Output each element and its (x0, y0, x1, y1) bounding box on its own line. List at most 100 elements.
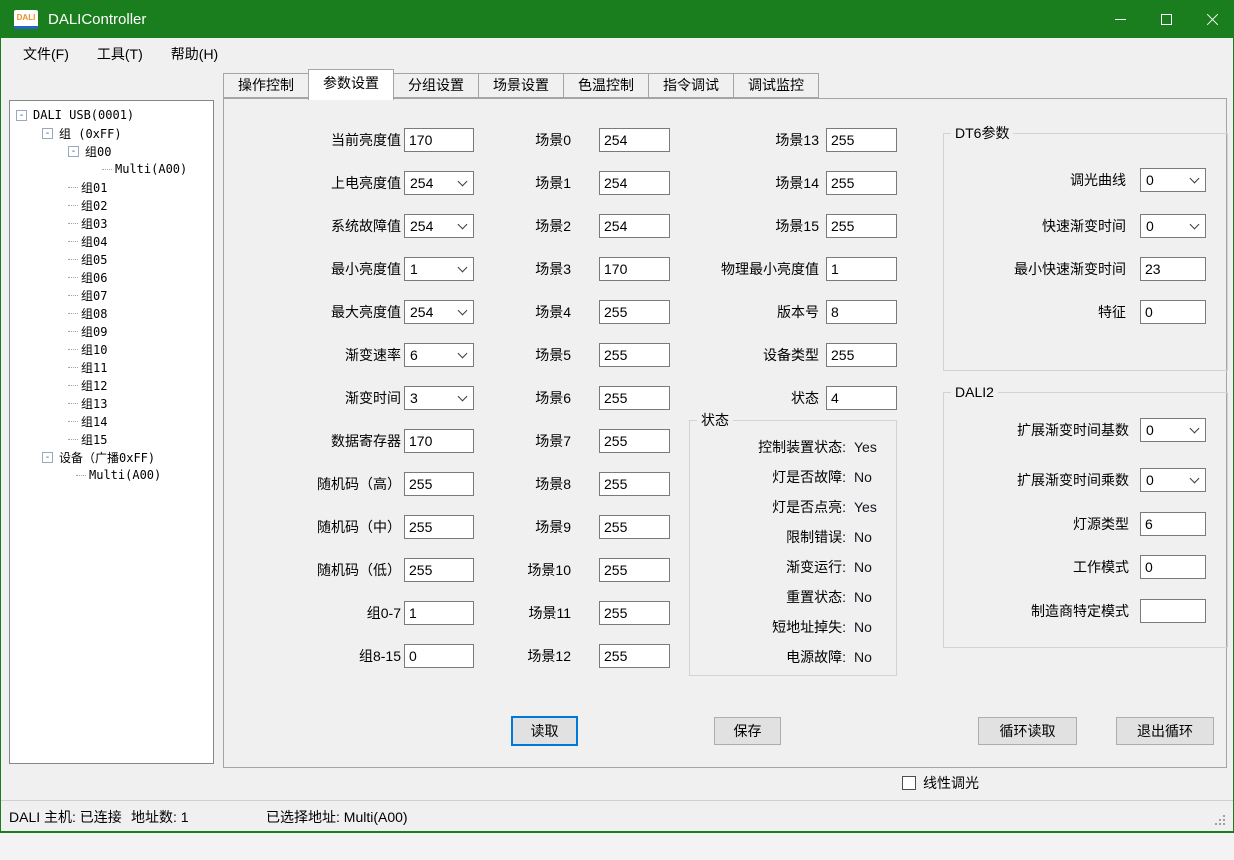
tree-connector (68, 385, 78, 386)
tree-connector (68, 277, 78, 278)
app-logo-icon: DALI (14, 10, 38, 29)
collapse-icon[interactable]: - (16, 110, 27, 121)
tree-item-label: 组07 (81, 287, 107, 304)
tree-connector (68, 223, 78, 224)
read-button[interactable]: 读取 (511, 716, 578, 746)
field-label: 场景14 (601, 171, 819, 195)
status-row-value: No (854, 556, 872, 578)
features-input[interactable] (1140, 300, 1206, 324)
loop-read-button[interactable]: 循环读取 (978, 717, 1077, 745)
tree-connector (68, 331, 78, 332)
tab-grouping-settings[interactable]: 分组设置 (393, 73, 479, 98)
field-label: 场景1 (421, 171, 571, 195)
title-bar: DALI DALIController (1, 0, 1233, 38)
tree-connector (68, 313, 78, 314)
scene-9-input[interactable] (599, 515, 670, 539)
maximize-button[interactable] (1143, 0, 1189, 38)
menu-file[interactable]: 文件(F) (9, 38, 83, 70)
scene-8-input[interactable] (599, 472, 670, 496)
tree-item-label: 组03 (81, 215, 107, 232)
combo-value: 1 (410, 258, 418, 280)
status-input[interactable] (826, 386, 897, 410)
status-bar: DALI 主机: 已连接 地址数: 1 已选择地址: Multi(A00) (1, 800, 1233, 831)
field-label: 系统故障值 (181, 214, 401, 238)
operating-mode-input[interactable] (1140, 555, 1206, 579)
status-row-value: Yes (854, 496, 877, 518)
scene-10-input[interactable] (599, 558, 670, 582)
status-row-label: 灯是否故障: (691, 466, 846, 488)
collapse-icon[interactable]: - (42, 128, 53, 139)
field-label: 扩展渐变时间乘数 (941, 468, 1129, 492)
tab-debug-monitor[interactable]: 调试监控 (733, 73, 819, 98)
field-label: 场景11 (421, 601, 571, 625)
physical-min-level-input[interactable] (826, 257, 897, 281)
field-label: 场景13 (601, 128, 819, 152)
light-source-type-input[interactable] (1140, 512, 1206, 536)
extended-fade-time-base-combo[interactable]: 0 (1140, 418, 1206, 442)
field-label: 工作模式 (941, 555, 1129, 579)
minimize-button[interactable] (1097, 0, 1143, 38)
status-row-label: 短地址掉失: (691, 616, 846, 638)
tree-item-group02[interactable]: 组02 (68, 196, 213, 214)
tab-operation-control[interactable]: 操作控制 (223, 73, 309, 98)
device-type-input[interactable] (826, 343, 897, 367)
tab-command-debug[interactable]: 指令调试 (648, 73, 734, 98)
exit-loop-button[interactable]: 退出循环 (1116, 717, 1214, 745)
close-button[interactable] (1189, 0, 1234, 38)
field-label: 场景12 (421, 644, 571, 668)
tree-item-label: 组14 (81, 413, 107, 430)
fast-fade-time-combo[interactable]: 0 (1140, 214, 1206, 238)
field-label: 最小快速渐变时间 (946, 257, 1126, 281)
version-number-input[interactable] (826, 300, 897, 324)
menu-help[interactable]: 帮助(H) (157, 38, 232, 70)
tree-item-label: 组08 (81, 305, 107, 322)
tree-connector (68, 205, 78, 206)
tree-item-label: 组13 (81, 395, 107, 412)
tree-item-group09[interactable]: 组09 (68, 322, 213, 340)
status-row-value: No (854, 526, 872, 548)
collapse-icon[interactable]: - (42, 452, 53, 463)
tree-item-group14[interactable]: 组14 (68, 412, 213, 430)
status-row-value: Yes (854, 436, 877, 458)
dimming-curve-combo[interactable]: 0 (1140, 168, 1206, 192)
linear-dimming-checkbox[interactable] (902, 776, 916, 790)
scene-7-input[interactable] (599, 429, 670, 453)
tab-scene-settings[interactable]: 场景设置 (478, 73, 564, 98)
close-icon (1206, 13, 1219, 26)
save-button[interactable]: 保存 (714, 717, 781, 745)
field-label: 最小亮度值 (181, 257, 401, 281)
app-window: DALI DALIController 文件(F) 工具(T) 帮助(H) -D… (0, 0, 1234, 833)
statusbar-selected-address: 已选择地址: Multi(A00) (266, 807, 408, 827)
field-label: 场景4 (421, 300, 571, 324)
tab-strip: 操作控制 参数设置 分组设置 场景设置 色温控制 指令调试 调试监控 (223, 69, 819, 100)
field-label: 当前亮度值 (181, 128, 401, 152)
extended-fade-time-multiplier-combo[interactable]: 0 (1140, 468, 1206, 492)
tree-item-label: 组12 (81, 377, 107, 394)
collapse-icon[interactable]: - (68, 146, 79, 157)
linear-dimming-label: 线性调光 (923, 773, 979, 793)
menu-tools[interactable]: 工具(T) (83, 38, 157, 70)
min-fast-fade-time-input[interactable] (1140, 257, 1206, 281)
tree-item-label: 组00 (85, 143, 111, 160)
tab-color-temp-control[interactable]: 色温控制 (563, 73, 649, 98)
scene-11-input[interactable] (599, 601, 670, 625)
tree-item-dali-usb[interactable]: -DALI USB(0001) (16, 106, 213, 124)
scene-12-input[interactable] (599, 644, 670, 668)
resize-grip[interactable] (1215, 815, 1217, 817)
scene-13-input[interactable] (826, 128, 897, 152)
combo-value: 0 (1146, 469, 1154, 491)
tab-parameter-settings[interactable]: 参数设置 (308, 69, 394, 100)
combo-value: 0 (1146, 419, 1154, 441)
maximize-icon (1161, 14, 1172, 25)
scene-14-input[interactable] (826, 171, 897, 195)
scene-15-input[interactable] (826, 214, 897, 238)
manufacturer-specific-mode-input[interactable] (1140, 599, 1206, 623)
status-row-label: 电源故障: (691, 646, 846, 668)
menu-bar: 文件(F) 工具(T) 帮助(H) (1, 38, 1233, 70)
field-label: 组8-15 (181, 644, 401, 668)
tree-item-label: 组10 (81, 341, 107, 358)
chevron-down-icon (1190, 174, 1200, 184)
window-title: DALIController (48, 11, 146, 28)
status-row-value: No (854, 466, 872, 488)
field-label: 最大亮度值 (181, 300, 401, 324)
